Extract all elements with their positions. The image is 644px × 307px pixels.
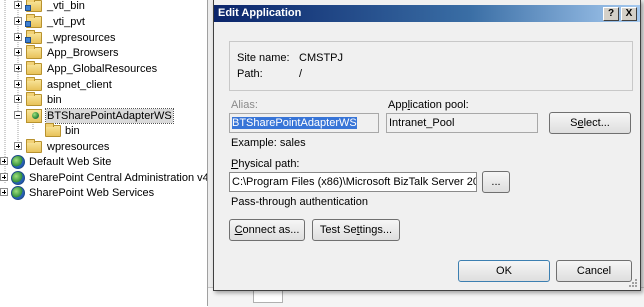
tree-node-label: _vti_pvt [47,16,85,28]
tree-node-app-browsers[interactable]: App_Browsers [0,45,213,61]
example-text: Example: sales [231,137,306,149]
tree-node-label: SharePoint Web Services [29,187,155,199]
test-settings-button[interactable]: Test Settings... [312,219,400,241]
tree-node-sharepoint-central-admin[interactable]: SharePoint Central Administration v4 [0,170,213,186]
tree-node-btsharepointadapterws[interactable]: BTSharePointAdapterWS [0,108,213,124]
path-value: / [299,68,303,80]
globe-icon [11,171,25,185]
application-pool-field: Intranet_Pool [386,113,538,133]
resize-grip-icon[interactable] [628,278,638,288]
collapse-icon[interactable] [14,111,22,119]
site-info-group: Site name: CMSTPJ Path: / [229,41,633,91]
expand-icon[interactable] [14,64,22,72]
tree-node-bin[interactable]: bin [0,92,213,108]
physical-path-label: Physical path: [231,158,300,171]
tree-node-label: Default Web Site [29,156,112,168]
application-pool-label-part: ication pool: [410,99,469,111]
pass-through-authentication-text: Pass-through authentication [231,196,368,208]
tree-node-default-web-site[interactable]: Default Web Site [0,154,213,170]
expand-icon[interactable] [14,33,22,41]
tree-node-vti-bin[interactable]: _vti_bin [0,0,213,14]
expand-icon[interactable] [14,48,22,56]
cancel-button[interactable]: Cancel [556,260,632,282]
tree-node-label: aspnet_client [47,79,112,91]
ok-button[interactable]: OK [458,260,550,282]
tree-node-sharepoint-web-services[interactable]: SharePoint Web Services [0,185,213,201]
tree-node-app-globalresources[interactable]: App_GlobalResources [0,61,213,77]
connect-as-button-accelerator: C [234,224,243,236]
expand-icon[interactable] [0,188,8,196]
folder-icon [45,123,61,137]
close-button[interactable]: X [621,7,637,21]
physical-path-input[interactable]: C:\Program Files (x86)\Microsoft BizTalk… [229,172,477,192]
site-tree: _vti_bin _vti_pvt _wpresources App_Brows… [0,0,213,306]
tree-node-label: App_Browsers [47,47,119,59]
select-button-part: lect... [583,117,610,129]
expand-icon[interactable] [14,17,22,25]
application-pool-label: Application pool: [388,99,469,112]
globe-icon [11,155,25,169]
folder-icon [26,77,42,91]
physical-path-label-part: hysical path: [238,158,300,170]
globe-icon [11,186,25,200]
tree-node-label: _vti_bin [47,0,85,12]
site-name-value: CMSTPJ [299,52,343,64]
tree-node-label: bin [65,125,80,137]
tree-node-wpresources-underscore[interactable]: _wpresources [0,30,213,46]
application-pool-label-part: App [388,99,408,111]
expand-icon[interactable] [0,173,8,181]
tree-node-label: wpresources [47,141,110,153]
folder-icon [26,139,42,153]
virtual-directory-icon [25,0,42,12]
virtual-directory-icon [25,30,42,44]
application-icon [26,109,42,123]
tree-node-label: _wpresources [47,32,116,44]
tree-node-label: BTSharePointAdapterWS [45,108,174,124]
site-name-label: Site name: [237,52,290,64]
expand-icon[interactable] [14,1,22,9]
connect-as-button[interactable]: Connect as... [229,219,305,241]
browse-button[interactable]: ... [482,171,510,193]
expand-icon[interactable] [14,95,22,103]
expand-icon[interactable] [14,142,22,150]
tree-node-label: App_GlobalResources [47,63,158,75]
dialog-title: Edit Application [218,7,302,19]
expand-icon[interactable] [14,80,22,88]
tree-node-wpresources[interactable]: wpresources [0,139,213,155]
alias-label: Alias: [231,99,258,111]
expand-icon[interactable] [0,157,8,165]
folder-icon [26,92,42,106]
test-settings-button-part: Test Se [319,224,357,236]
dialog-titlebar[interactable]: Edit Application [214,5,640,22]
alias-value: BTSharePointAdapterWS [232,117,357,129]
folder-icon [26,61,42,75]
tree-node-label: SharePoint Central Administration v4 [29,172,209,184]
edit-application-dialog: Edit Application ? X Site name: CMSTPJ P… [213,0,641,291]
help-button[interactable]: ? [603,7,619,21]
tree-node-vti-pvt[interactable]: _vti_pvt [0,14,213,30]
alias-input[interactable]: BTSharePointAdapterWS [229,113,379,133]
select-button[interactable]: Select... [549,112,631,134]
test-settings-button-part: tings... [359,224,393,236]
folder-icon [26,45,42,59]
path-label: Path: [237,68,263,80]
tree-node-label: bin [47,94,62,106]
tree-node-bin-child[interactable]: bin [0,123,213,139]
tree-node-aspnet-client[interactable]: aspnet_client [0,77,213,93]
connect-as-button-part: onnect as... [242,224,300,236]
virtual-directory-icon [25,14,42,28]
